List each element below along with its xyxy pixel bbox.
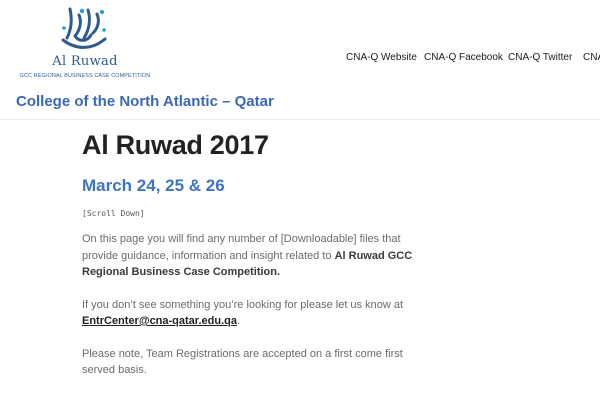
main-content: Al Ruwad 2017 March 24, 25 & 26 [Scroll … bbox=[82, 128, 422, 379]
page-title: Al Ruwad 2017 bbox=[82, 130, 269, 160]
scroll-down-note: [Scroll Down] bbox=[82, 209, 145, 218]
logo-tagline: GCC REGIONAL BUSINESS CASE COMPETITION bbox=[19, 73, 151, 79]
al-ruwad-logo[interactable]: Al Ruwad GCC REGIONAL BUSINESS CASE COMP… bbox=[16, 6, 154, 84]
nav-item-cnaq-more[interactable]: CNA-Q bbox=[583, 52, 600, 63]
contact-paragraph: If you don’t see something you’re lookin… bbox=[82, 297, 422, 330]
contact-end: . bbox=[236, 315, 241, 327]
logo-name: Al Ruwad bbox=[52, 54, 118, 69]
event-dates: March 24, 25 & 26 bbox=[82, 176, 225, 195]
registration-note: Please note, Team Registrations are acce… bbox=[82, 347, 403, 377]
site-title[interactable]: College of the North Atlantic – Qatar bbox=[16, 93, 274, 110]
contact-text: If you don’t see something you’re lookin… bbox=[82, 298, 404, 311]
nav-item-cnaq-twitter[interactable]: CNA-Q Twitter bbox=[508, 52, 572, 63]
contact-email-link[interactable]: EntrCenter@cna-qatar.edu.qa bbox=[82, 315, 237, 327]
nav-item-cnaq-website[interactable]: CNA-Q Website bbox=[346, 52, 417, 63]
site-header: Al Ruwad GCC REGIONAL BUSINESS CASE COMP… bbox=[0, 0, 600, 120]
intro-paragraph: On this page you will find any number of… bbox=[82, 231, 422, 281]
main-navigation: CNA-Q Website CNA-Q Facebook CNA-Q Twitt… bbox=[346, 52, 600, 66]
nav-item-cnaq-facebook[interactable]: CNA-Q Facebook bbox=[424, 52, 503, 63]
al-ruwad-calligraphy-icon bbox=[61, 7, 107, 49]
